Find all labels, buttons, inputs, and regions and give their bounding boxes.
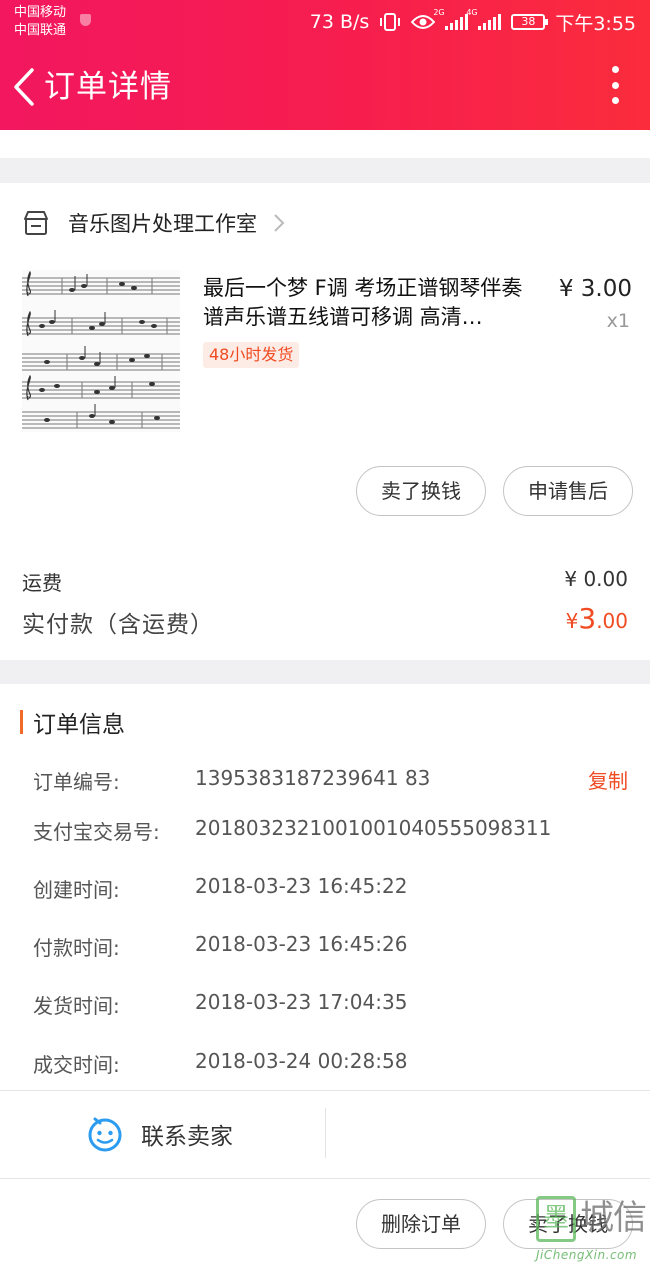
- signal-1-icon: 2G: [433, 8, 469, 30]
- carrier-2: 中国联通: [14, 23, 67, 38]
- product-quantity: x1: [606, 310, 630, 332]
- product-price: ¥ 3.00: [558, 276, 632, 302]
- battery-level: 38: [521, 15, 536, 28]
- status-indicators: 73 B/s 2G 4G 38 下午3:55: [310, 8, 636, 36]
- contact-seller-label: 联系卖家: [141, 1124, 233, 1150]
- after-sale-button[interactable]: 申请售后: [503, 466, 633, 516]
- created-time-label: 创建时间:: [33, 878, 120, 902]
- battery-icon: 38: [511, 14, 549, 30]
- alipay-trade-value: 2018032321001001040555098311: [195, 816, 552, 840]
- nav-bar: 订单详情: [0, 46, 650, 130]
- signal-2-type: 4G: [466, 8, 478, 17]
- clock: 下午3:55: [555, 12, 636, 35]
- divider: [0, 1090, 650, 1091]
- paid-time-value: 2018-03-23 16:45:26: [195, 932, 408, 956]
- deal-time-value: 2018-03-24 00:28:58: [195, 1049, 408, 1073]
- chevron-right-icon: [274, 214, 285, 232]
- deal-time-label: 成交时间:: [33, 1053, 120, 1077]
- vertical-divider: [325, 1108, 326, 1158]
- status-bar: 中国移动 中国联通 73 B/s 2G 4G 38 下午3:55: [0, 0, 650, 46]
- chat-face-icon: [88, 1117, 122, 1152]
- order-info-header: 订单信息: [20, 708, 125, 738]
- paid-integer: 3: [578, 602, 597, 635]
- eye-icon: [411, 15, 436, 29]
- more-button[interactable]: [610, 66, 620, 104]
- carrier-1: 中国移动: [14, 5, 67, 20]
- shipping-fee-label: 运费: [22, 571, 62, 595]
- order-number-value: 1395383187239641 83: [195, 766, 431, 790]
- created-time-value: 2018-03-23 16:45:22: [195, 874, 408, 898]
- more-vertical-icon: [611, 66, 619, 73]
- copy-button[interactable]: 复制: [588, 765, 628, 794]
- paid-amount-value: ¥3.00: [566, 602, 628, 635]
- signal-2-icon: 4G: [466, 8, 502, 30]
- back-button[interactable]: [8, 64, 42, 110]
- product-thumbnail[interactable]: [22, 270, 180, 432]
- watermark-domain: JiChengXin.com: [536, 1248, 638, 1262]
- sheet-music-image: [22, 270, 180, 429]
- order-info-title: 订单信息: [33, 712, 125, 738]
- vibrate-icon: [380, 13, 401, 31]
- watermark-text: 城信: [580, 1198, 647, 1238]
- alipay-trade-label: 支付宝交易号:: [33, 820, 160, 844]
- section-accent-bar: [20, 710, 23, 734]
- paid-time-label: 付款时间:: [33, 936, 120, 960]
- net-speed: 73 B/s: [309, 11, 370, 33]
- sell-button[interactable]: 卖了换钱: [356, 466, 486, 516]
- shipped-time-label: 发货时间:: [33, 994, 120, 1018]
- store-icon: [24, 211, 48, 235]
- shop-row[interactable]: 音乐图片处理工作室: [22, 205, 285, 241]
- paid-decimal: .00: [596, 609, 628, 633]
- top-spacer: [0, 130, 650, 158]
- paid-currency: ¥: [565, 609, 579, 633]
- paid-amount-label: 实付款（含运费）: [22, 612, 214, 638]
- divider: [0, 1178, 650, 1179]
- product-title[interactable]: 最后一个梦 F调 考场正谱钢琴伴奏谱声乐谱五线谱可移调 高清…: [203, 274, 539, 332]
- app-header: 中国移动 中国联通 73 B/s 2G 4G 38 下午3:55 订单详情: [0, 0, 650, 130]
- shipping-tag: 48小时发货: [203, 342, 300, 368]
- page-title: 订单详情: [44, 69, 172, 105]
- watermark-logo: 墨: [536, 1196, 576, 1242]
- shipping-fee-value: ¥ 0.00: [564, 567, 628, 591]
- contact-seller-button[interactable]: 联系卖家: [87, 1112, 233, 1156]
- signal-1-type: 2G: [433, 8, 445, 17]
- shipped-time-value: 2018-03-23 17:04:35: [195, 990, 408, 1014]
- delete-order-button[interactable]: 删除订单: [356, 1199, 486, 1249]
- shop-name: 音乐图片处理工作室: [68, 212, 257, 236]
- order-number-label: 订单编号:: [33, 770, 120, 794]
- watermark: 墨 城信 JiChengXin.com: [532, 1194, 648, 1268]
- shield-icon: [80, 14, 91, 26]
- carrier-info: 中国移动 中国联通: [14, 4, 66, 40]
- chevron-left-icon: [14, 68, 34, 106]
